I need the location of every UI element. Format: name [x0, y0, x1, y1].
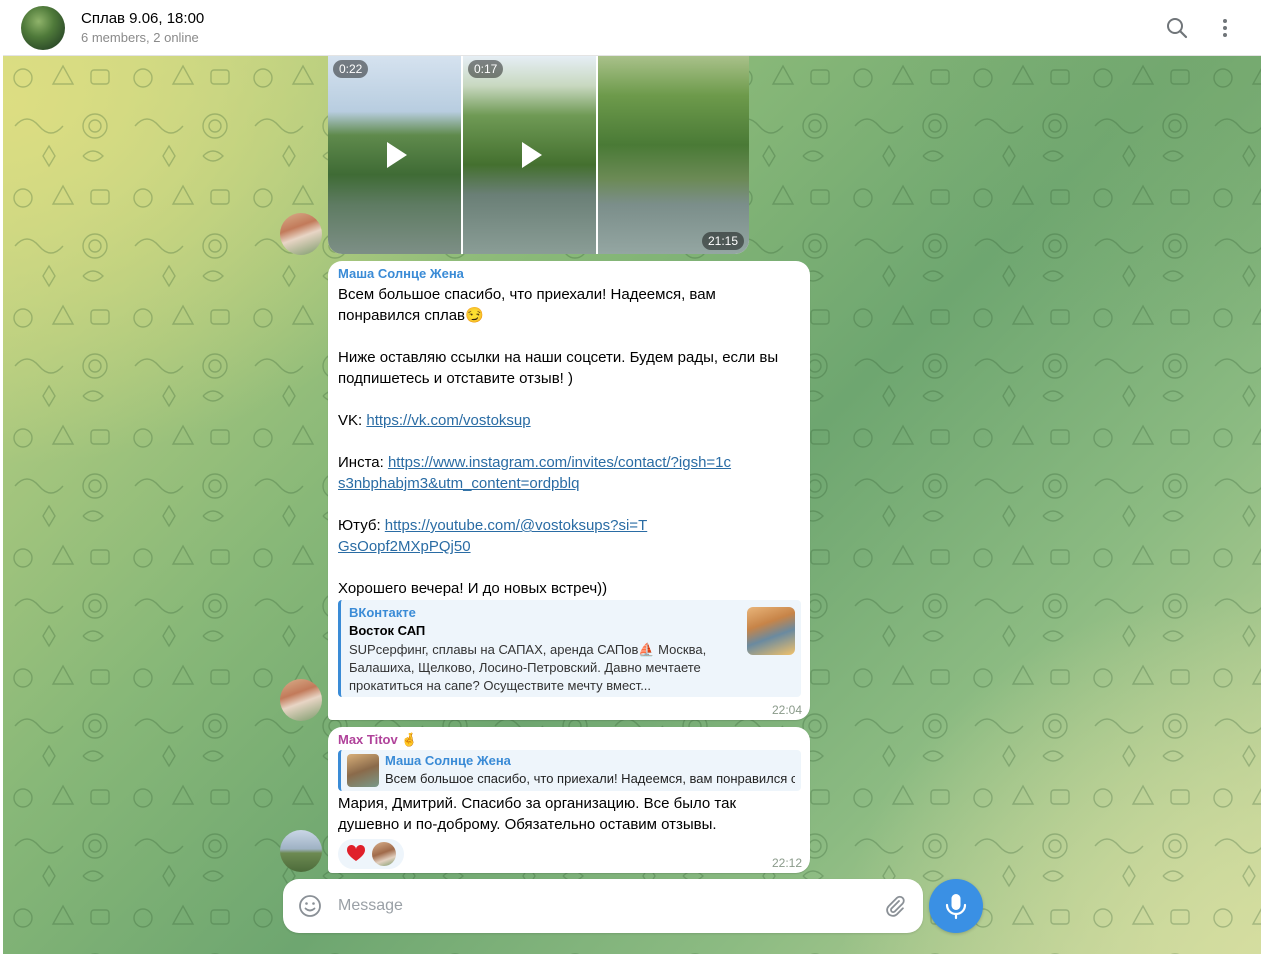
- message-time: 22:12: [771, 856, 802, 870]
- chat-header: Сплав 9.06, 18:00 6 members, 2 online: [3, 0, 1261, 56]
- message-text: Хорошего вечера! И до новых встреч)): [338, 580, 608, 597]
- youtube-line: Ютуб: https://youtube.com/@vostoksups?si…: [338, 515, 658, 557]
- smile-icon[interactable]: [297, 893, 323, 919]
- reply-text: Всем большое спасибо, что приехали! Наде…: [385, 771, 795, 786]
- link-label: Инста:: [338, 454, 388, 471]
- preview-description: SUPсерфинг, сплавы на САПАХ, аренда САПо…: [349, 642, 707, 693]
- sender-name[interactable]: Max Titov 🤞: [338, 732, 418, 748]
- sender-avatar[interactable]: [280, 679, 322, 721]
- microphone-icon[interactable]: [929, 879, 983, 933]
- message-input[interactable]: [338, 893, 858, 919]
- message-text: Мария, Дмитрий. Спасибо за организацию. …: [338, 795, 741, 833]
- message-bubble: Маша Солнце Жена Всем большое спасибо, ч…: [328, 261, 810, 720]
- search-icon[interactable]: [1163, 14, 1191, 42]
- group-avatar[interactable]: [21, 6, 65, 50]
- link-label: VK:: [338, 412, 367, 429]
- play-icon[interactable]: [386, 142, 407, 168]
- instagram-link[interactable]: https://www.instagram.com/invites/contac…: [338, 454, 731, 492]
- message-time: 21:15: [701, 232, 744, 250]
- link-label: Ютуб:: [338, 517, 385, 534]
- heart-icon: [346, 844, 366, 861]
- reaction-chip[interactable]: [338, 839, 404, 869]
- video-album: 0:22 0:17 21:15: [328, 56, 749, 254]
- vk-link[interactable]: https://vk.com/vostoksup: [366, 412, 530, 429]
- message-text: Всем большое спасибо, что приехали! Наде…: [338, 286, 721, 324]
- video-duration: 0:17: [468, 60, 504, 78]
- sender-name[interactable]: Маша Солнце Жена: [338, 266, 464, 281]
- message-composer: [283, 879, 923, 933]
- video-thumbnail[interactable]: 0:17: [463, 56, 596, 254]
- message-text: Ниже оставляю ссылки на наши соцсети. Бу…: [338, 349, 783, 387]
- play-icon[interactable]: [521, 142, 542, 168]
- chat-title[interactable]: Сплав 9.06, 18:00: [81, 10, 204, 27]
- reply-quote[interactable]: Маша Солнце Жена Всем большое спасибо, ч…: [338, 750, 801, 791]
- sender-avatar[interactable]: [280, 830, 322, 872]
- preview-site: ВКонтакте: [349, 605, 416, 620]
- link-preview[interactable]: ВКонтакте Восток САП SUPсерфинг, сплавы …: [338, 600, 801, 697]
- paperclip-icon[interactable]: [881, 892, 909, 920]
- message-time: 22:04: [771, 703, 802, 717]
- reply-thumbnail: [347, 754, 379, 787]
- chat-subtitle: 6 members, 2 online: [81, 30, 199, 45]
- preview-image: [747, 607, 795, 655]
- photo-thumbnail[interactable]: 21:15: [598, 56, 749, 254]
- telegram-window: Сплав 9.06, 18:00 6 members, 2 online 0:…: [3, 0, 1261, 954]
- video-thumbnail[interactable]: 0:22: [328, 56, 461, 254]
- more-vertical-icon[interactable]: [1211, 14, 1239, 42]
- video-duration: 0:22: [333, 60, 369, 78]
- vk-line: VK: https://vk.com/vostoksup: [338, 410, 798, 431]
- preview-title: Восток САП: [349, 623, 426, 638]
- message-bubble: Max Titov 🤞 Маша Солнце Жена Всем большо…: [328, 727, 810, 873]
- reactor-avatar: [372, 842, 396, 866]
- sender-avatar[interactable]: [280, 213, 322, 255]
- youtube-link[interactable]: https://youtube.com/@vostoksups?si=TGsOo…: [338, 517, 647, 555]
- reply-sender: Маша Солнце Жена: [385, 753, 511, 768]
- insta-line: Инста: https://www.instagram.com/invites…: [338, 452, 738, 494]
